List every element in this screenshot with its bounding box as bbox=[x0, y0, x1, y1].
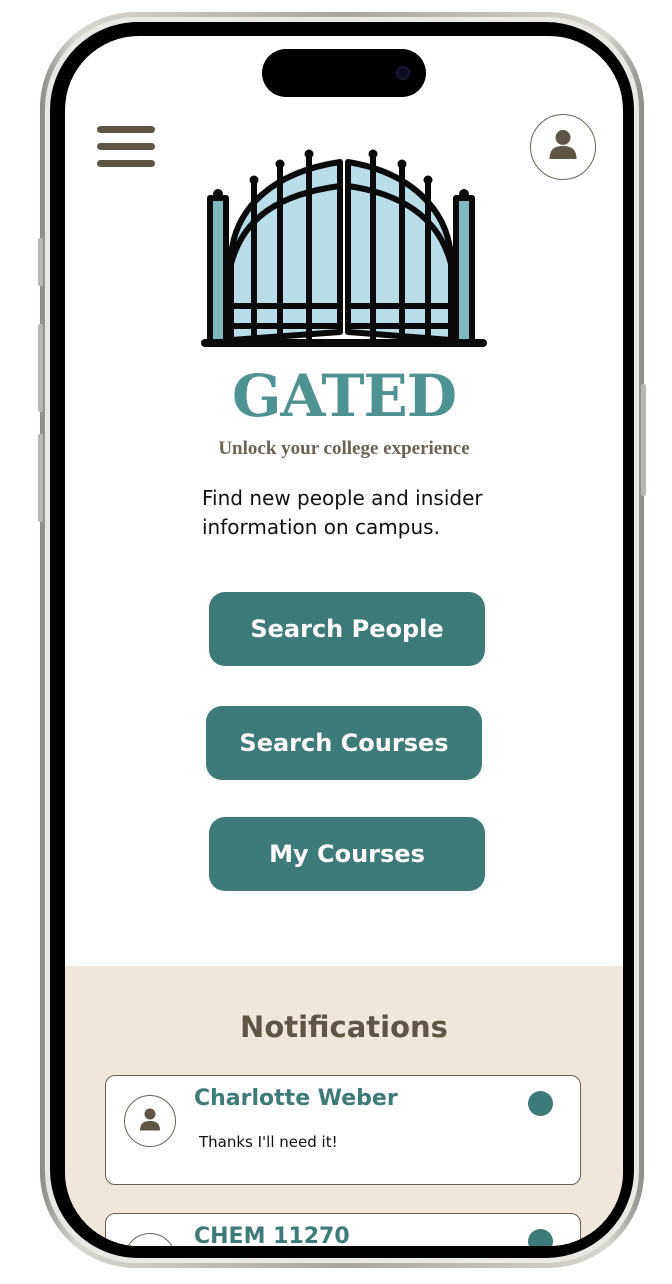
my-courses-button[interactable]: My Courses bbox=[209, 817, 485, 891]
unread-indicator bbox=[528, 1229, 553, 1246]
user-icon bbox=[140, 1108, 160, 1131]
front-camera bbox=[396, 66, 410, 80]
notifications-heading: Notifications bbox=[240, 1010, 448, 1044]
app-screen: GATED Unlock your college experience Fin… bbox=[65, 36, 623, 1246]
notification-card[interactable]: Charlotte Weber Thanks I'll need it! bbox=[105, 1075, 581, 1185]
action-button bbox=[38, 238, 43, 286]
avatar bbox=[124, 1095, 176, 1147]
avatar bbox=[124, 1233, 176, 1246]
dynamic-island bbox=[262, 49, 426, 97]
user-icon bbox=[549, 130, 577, 159]
app-tagline: Unlock your college experience bbox=[218, 438, 470, 459]
notification-card[interactable]: CHEM 11270 bbox=[105, 1213, 581, 1246]
hamburger-menu-icon[interactable] bbox=[97, 126, 155, 168]
notifications-panel: Notifications Charlotte Weber Thanks I'l… bbox=[65, 966, 623, 1246]
notification-sender: Charlotte Weber bbox=[194, 1086, 398, 1111]
intro-text: Find new people and insider information … bbox=[202, 486, 483, 539]
notification-sender: CHEM 11270 bbox=[194, 1224, 350, 1246]
app-title: GATED bbox=[231, 362, 457, 430]
notification-message: Thanks I'll need it! bbox=[199, 1133, 338, 1151]
volume-up-button bbox=[38, 324, 43, 412]
user-icon bbox=[125, 1234, 175, 1246]
gate-icon bbox=[201, 149, 487, 347]
power-button bbox=[641, 384, 646, 496]
profile-button[interactable] bbox=[530, 114, 596, 180]
volume-down-button bbox=[38, 434, 43, 522]
unread-indicator bbox=[528, 1091, 553, 1116]
search-people-button[interactable]: Search People bbox=[209, 592, 485, 666]
search-courses-button[interactable]: Search Courses bbox=[206, 706, 482, 780]
